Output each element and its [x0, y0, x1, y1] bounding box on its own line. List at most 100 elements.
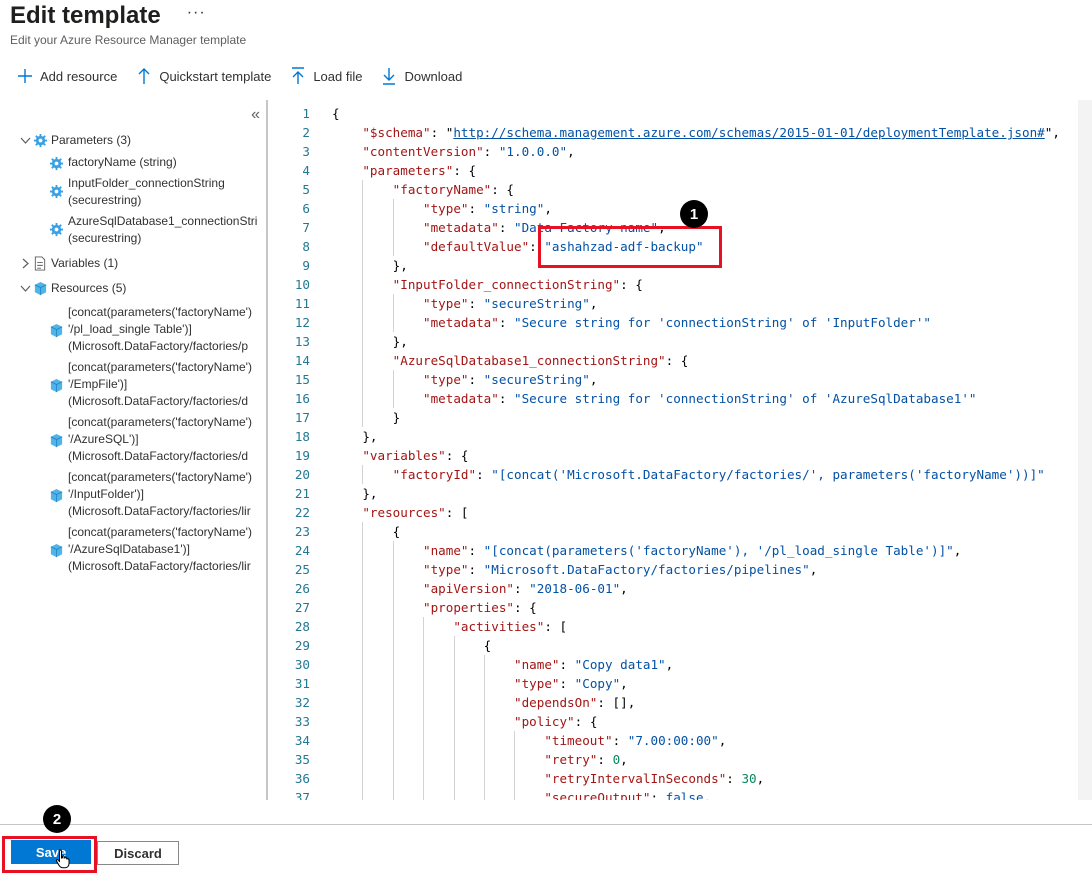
indent-guide [362, 408, 364, 427]
code-line[interactable]: { [332, 104, 340, 123]
tree-item-parameter[interactable]: factoryName (string) [18, 154, 266, 171]
line-number: 2 [302, 125, 310, 140]
indent-guide [362, 218, 364, 237]
code-line[interactable]: "AzureSqlDatabase1_connectionString": { [332, 351, 689, 370]
indent-guide [453, 731, 455, 750]
code-line[interactable]: { [332, 636, 492, 655]
tree-item-resource[interactable]: [concat(parameters('factoryName') '/Azure… [18, 524, 266, 575]
code-line[interactable]: "retryIntervalInSeconds": 30, [332, 769, 764, 788]
code-line[interactable]: } [332, 408, 401, 427]
download-icon [380, 67, 398, 85]
tree-item-resource[interactable]: [concat(parameters('factoryName') '/pl_lo… [18, 304, 266, 355]
chevron-down-icon[interactable] [18, 283, 32, 294]
more-options-button[interactable]: ··· [187, 4, 206, 22]
tree-item-resource[interactable]: [concat(parameters('factoryName') '/Input… [18, 469, 266, 520]
code-line[interactable]: "contentVersion": "1.0.0.0", [332, 142, 574, 161]
code-line[interactable]: }, [332, 332, 408, 351]
chevron-down-icon[interactable] [18, 135, 32, 146]
code-line[interactable]: "parameters": { [332, 161, 476, 180]
code-line[interactable]: { [332, 522, 401, 541]
code-line[interactable]: "timeout": "7.00:00:00", [332, 731, 726, 750]
indent-guide [392, 655, 394, 674]
indent-guide [423, 731, 425, 750]
code-line[interactable]: "secureOutput": false, [332, 788, 711, 800]
indent-guide [514, 750, 516, 769]
code-line[interactable]: "type": "string", [332, 199, 552, 218]
code-line[interactable]: "type": "Copy", [332, 674, 628, 693]
tree-node-parameters[interactable]: Parameters (3) [18, 130, 266, 150]
line-number: 7 [302, 220, 310, 235]
resource-label-line: '/AzureSqlDatabase1')] [68, 542, 190, 556]
line-number: 10 [294, 277, 310, 292]
quickstart-template-button[interactable]: Quickstart template [135, 67, 271, 85]
code-line[interactable]: }, [332, 256, 408, 275]
indent-guide [392, 617, 394, 636]
indent-guide [392, 769, 394, 788]
indent-guide [362, 731, 364, 750]
code-line[interactable]: "metadata": "Secure string for 'connecti… [332, 313, 931, 332]
code-line[interactable]: "name": "[concat(parameters('factoryName… [332, 541, 961, 560]
line-number: 13 [294, 334, 310, 349]
save-button[interactable]: Save [11, 840, 91, 864]
code-line[interactable]: "type": "secureString", [332, 370, 597, 389]
resource-label-line: [concat(parameters('factoryName') [68, 305, 252, 319]
chevron-right-icon[interactable] [18, 258, 32, 269]
tree-item-resource[interactable]: [concat(parameters('factoryName') '/Azure… [18, 414, 266, 465]
resource-label-line: [concat(parameters('factoryName') [68, 415, 252, 429]
code-line[interactable]: "retry": 0, [332, 750, 627, 769]
resource-label-line: (Microsoft.DataFactory/factories/d [68, 449, 249, 463]
add-resource-button[interactable]: Add resource [16, 67, 117, 85]
code-line[interactable]: "type": "Microsoft.DataFactory/factories… [332, 560, 817, 579]
code-line[interactable]: "name": "Copy data1", [332, 655, 673, 674]
step-badge-1: 1 [680, 200, 708, 228]
tree-node-resources[interactable]: Resources (5) [18, 278, 266, 298]
code-editor[interactable]: 1 {2 "$schema": "http://schema.management… [268, 100, 1092, 800]
line-number: 29 [294, 638, 310, 653]
cube-icon [48, 542, 64, 558]
tree-node-variables[interactable]: Variables (1) [18, 253, 266, 273]
collapse-sidebar-button[interactable]: « [251, 106, 260, 124]
indent-guide [392, 731, 394, 750]
code-line[interactable]: "variables": { [332, 446, 468, 465]
tree-item-parameter[interactable]: AzureSqlDatabase1_connectionStri (secure… [18, 213, 266, 247]
template-outline-sidebar: « Parameters (3) factoryName (string) In… [10, 100, 266, 800]
indent-guide [362, 674, 364, 693]
resource-label-line: [concat(parameters('factoryName') [68, 470, 252, 484]
line-number: 15 [294, 372, 310, 387]
code-line[interactable]: }, [332, 427, 377, 446]
resource-label-line: (Microsoft.DataFactory/factories/d [68, 394, 249, 408]
indent-guide [362, 560, 364, 579]
code-line[interactable]: "InputFolder_connectionString": { [332, 275, 643, 294]
resource-label-line: (Microsoft.DataFactory/factories/p [68, 339, 249, 353]
code-line[interactable]: "policy": { [332, 712, 597, 731]
tree-item-resource[interactable]: [concat(parameters('factoryName') '/EmpFi… [18, 359, 266, 410]
indent-guide [392, 218, 394, 237]
indent-guide [453, 655, 455, 674]
parameters-label: Parameters (3) [51, 133, 132, 147]
load-file-button[interactable]: Load file [289, 67, 362, 85]
code-line[interactable]: "resources": [ [332, 503, 468, 522]
line-number: 18 [294, 429, 310, 444]
indent-guide [392, 788, 394, 800]
line-number: 19 [294, 448, 310, 463]
resources-label: Resources (5) [51, 281, 127, 295]
page-header: Edit template ··· Edit your Azure Resour… [10, 2, 246, 47]
indent-guide [392, 370, 394, 389]
template-tree: Parameters (3) factoryName (string) Inpu… [18, 130, 266, 575]
tree-item-parameter[interactable]: InputFolder_connectionString (securestri… [18, 175, 266, 209]
code-line[interactable]: "$schema": "http://schema.management.azu… [332, 123, 1060, 142]
code-line[interactable]: "factoryName": { [332, 180, 514, 199]
editor-overview-ruler[interactable] [1078, 100, 1092, 800]
code-line[interactable]: "type": "secureString", [332, 294, 597, 313]
code-line[interactable]: "activities": [ [332, 617, 567, 636]
line-number: 28 [294, 619, 310, 634]
code-line[interactable]: "apiVersion": "2018-06-01", [332, 579, 628, 598]
download-button[interactable]: Download [380, 67, 462, 85]
code-line[interactable]: "metadata": "Secure string for 'connecti… [332, 389, 977, 408]
line-number: 34 [294, 733, 310, 748]
discard-button[interactable]: Discard [97, 841, 179, 865]
indent-guide [514, 769, 516, 788]
code-line[interactable]: }, [332, 484, 377, 503]
footer-divider [0, 824, 1092, 825]
code-line[interactable]: "factoryId": "[concat('Microsoft.DataFac… [332, 465, 1045, 484]
